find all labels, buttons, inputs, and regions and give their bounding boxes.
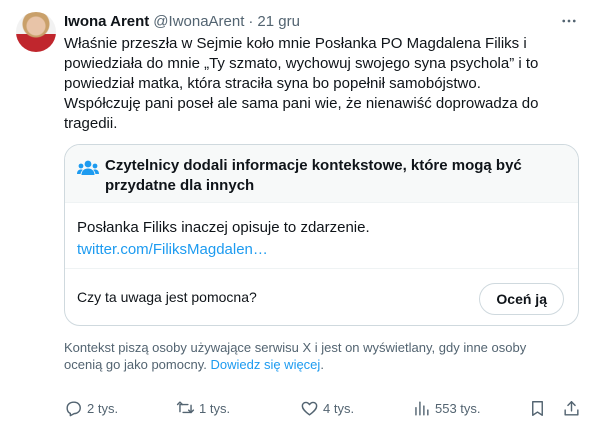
community-note-header: Czytelnicy dodali informacje kontekstowe…	[65, 145, 578, 203]
like-button[interactable]: 4 tys.	[300, 396, 354, 420]
reply-icon	[66, 400, 81, 416]
learn-more-link[interactable]: Dowiedz się więcej	[210, 357, 320, 372]
reply-button[interactable]: 2 tys.	[64, 396, 118, 420]
divider	[65, 268, 578, 269]
tweet-text-line: powiedziała do mnie „Ty szmato, wychowuj…	[64, 55, 539, 72]
repost-count: 1 tys.	[199, 400, 231, 416]
tweet-header: Iwona Arent @IwonaArent · 21 gru	[64, 10, 582, 32]
repost-button[interactable]: 1 tys.	[176, 396, 230, 420]
community-note-link[interactable]: twitter.com/FiliksMagdalen…	[77, 239, 370, 261]
tweet-text-line: Współczuję pani poseł ale sama pani wie,…	[64, 95, 539, 112]
views-count: 553 tys.	[435, 400, 481, 416]
share-icon	[564, 400, 579, 416]
reply-count: 2 tys.	[87, 400, 119, 416]
community-note-text: Posłanka Filiks inaczej opisuje to zdarz…	[77, 219, 370, 236]
community-note-title: Czytelnicy dodali informacje kontekstowe…	[105, 157, 522, 194]
share-button[interactable]	[562, 396, 585, 420]
avatar[interactable]	[16, 12, 56, 52]
community-notes-icon	[77, 158, 99, 178]
author-handle[interactable]: @IwonaArent	[153, 13, 244, 30]
community-note-body: Posłanka Filiks inaczej opisuje to zdarz…	[77, 217, 370, 261]
helpful-question: Czy ta uwaga jest pomocna?	[77, 289, 257, 305]
tweet-actions: 2 tys. 1 tys. 4 tys. 553 tys.	[58, 396, 586, 420]
tweet-text-line: Właśnie przeszła w Sejmie koło mnie Posł…	[64, 35, 527, 52]
tweet[interactable]: Iwona Arent @IwonaArent · 21 gru Właśnie…	[0, 0, 598, 430]
tweet-time[interactable]: 21 gru	[257, 13, 300, 30]
community-note-footnote: Kontekst piszą osoby używające serwisu X…	[64, 339, 564, 373]
author-name[interactable]: Iwona Arent	[64, 13, 149, 30]
like-count: 4 tys.	[323, 400, 355, 416]
bookmark-button[interactable]	[528, 396, 551, 420]
separator: ·	[248, 12, 254, 30]
rate-note-button[interactable]: Oceń ją	[479, 283, 564, 315]
views-button[interactable]: 553 tys.	[412, 396, 481, 420]
like-icon	[301, 401, 318, 416]
tweet-text: Właśnie przeszła w Sejmie koło mnie Posł…	[64, 34, 584, 134]
community-note: Czytelnicy dodali informacje kontekstowe…	[64, 144, 579, 326]
footnote-end: .	[320, 357, 324, 372]
more-icon[interactable]	[556, 8, 582, 34]
repost-icon	[176, 400, 195, 413]
tweet-text-line: powiedział matka, która straciła syna bo…	[64, 75, 481, 92]
bookmark-icon	[532, 400, 543, 416]
tweet-text-line: tragedii.	[64, 115, 118, 132]
views-icon	[415, 400, 429, 416]
